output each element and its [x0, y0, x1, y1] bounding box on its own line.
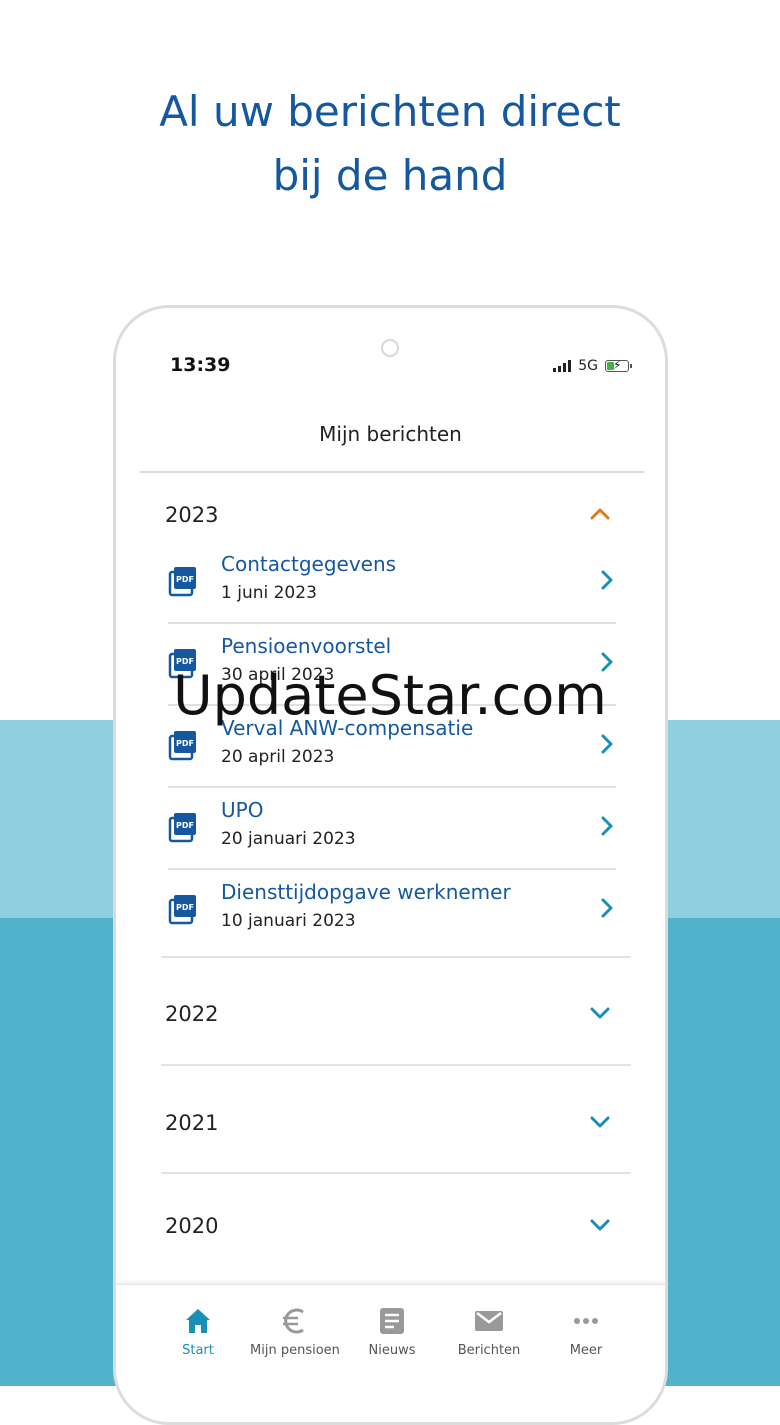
year-label: 2020 [165, 1214, 219, 1238]
message-title: Contactgegevens [221, 552, 397, 576]
watermark: UpdateStar.com [173, 664, 607, 727]
message-title: Pensioenvoorstel [221, 634, 392, 658]
message-date: 20 januari 2023 [221, 829, 356, 849]
tab-label: Start [182, 1343, 214, 1358]
pdf-icon: PDF [168, 731, 196, 761]
mail-icon [475, 1311, 503, 1331]
camera-icon [381, 339, 399, 357]
message-item-diensttijdopgave[interactable]: PDF Diensttijdopgave werknemer 10 januar… [168, 873, 616, 955]
tab-label: Mijn pensioen [250, 1343, 340, 1358]
year-divider [161, 1172, 631, 1174]
chevron-right-icon [601, 734, 613, 754]
promo-headline: Al uw berichten direct bij de hand [0, 80, 780, 208]
year-label: 2022 [165, 1002, 219, 1026]
chevron-right-icon [601, 898, 613, 918]
year-section-2022[interactable]: 2022 [161, 984, 629, 1044]
year-section-2021[interactable]: 2021 [161, 1093, 629, 1153]
year-section-2020[interactable]: 2020 [161, 1196, 629, 1256]
year-divider [161, 956, 631, 958]
tab-berichten[interactable]: Berichten [439, 1305, 539, 1358]
pdf-icon: PDF [168, 567, 196, 597]
message-title: Diensttijdopgave werknemer [221, 880, 511, 904]
page-title: Mijn berichten [319, 422, 462, 446]
message-date: 20 april 2023 [221, 747, 335, 767]
tab-meer[interactable]: Meer [536, 1305, 636, 1358]
euro-icon [283, 1308, 304, 1334]
phone-frame: 13:39 5G ⚡ Mijn berichten 2023 PDF Conta… [113, 305, 668, 1425]
status-indicators: 5G ⚡ [553, 358, 632, 374]
tab-start[interactable]: Start [148, 1305, 248, 1358]
year-label: 2023 [165, 503, 219, 527]
year-label: 2021 [165, 1111, 219, 1135]
svg-text:PDF: PDF [176, 575, 194, 584]
message-title: UPO [221, 798, 264, 822]
message-date: 1 juni 2023 [221, 583, 317, 603]
pdf-icon: PDF [168, 813, 196, 843]
svg-text:PDF: PDF [176, 739, 194, 748]
tab-mijn-pensioen[interactable]: Mijn pensioen [245, 1305, 345, 1358]
headline-line-1: Al uw berichten direct [159, 87, 621, 136]
tab-label: Nieuws [368, 1343, 416, 1358]
message-item-upo[interactable]: PDF UPO 20 januari 2023 [168, 791, 616, 873]
pdf-icon: PDF [168, 895, 196, 925]
title-divider [140, 471, 644, 473]
svg-text:PDF: PDF [176, 903, 194, 912]
status-time: 13:39 [170, 354, 231, 376]
tab-label: Berichten [457, 1343, 521, 1358]
news-icon [380, 1308, 404, 1334]
chevron-down-icon[interactable] [587, 1109, 613, 1135]
chevron-up-icon[interactable] [587, 501, 613, 527]
bottom-navigation: Start Mijn pensioen Nieuws Berichten Mee… [116, 1284, 665, 1422]
tab-nieuws[interactable]: Nieuws [342, 1305, 442, 1358]
network-label: 5G [578, 358, 598, 374]
message-divider [168, 868, 616, 870]
tab-label: Meer [569, 1343, 603, 1358]
battery-icon: ⚡ [605, 358, 632, 372]
chevron-right-icon [601, 816, 613, 836]
year-section-2023[interactable]: 2023 [161, 485, 629, 545]
message-divider [168, 622, 616, 624]
chevron-right-icon [601, 570, 613, 590]
chevron-down-icon[interactable] [587, 1212, 613, 1238]
headline-line-2: bij de hand [272, 151, 508, 200]
message-divider [168, 786, 616, 788]
home-icon [186, 1309, 210, 1333]
svg-text:PDF: PDF [176, 821, 194, 830]
year-divider [161, 1064, 631, 1066]
message-item-contactgegevens[interactable]: PDF Contactgegevens 1 juni 2023 [168, 545, 616, 627]
signal-icon [553, 360, 572, 372]
message-date: 10 januari 2023 [221, 911, 356, 931]
chevron-down-icon[interactable] [587, 1000, 613, 1026]
more-icon [574, 1318, 598, 1324]
